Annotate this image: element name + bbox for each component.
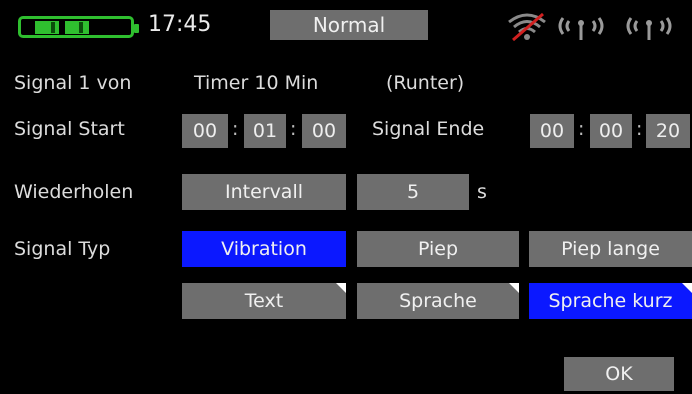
ok-button[interactable]: OK bbox=[564, 357, 674, 391]
signal-type-vibration[interactable]: Vibration bbox=[182, 231, 346, 267]
signal-type-piep[interactable]: Piep bbox=[357, 231, 519, 267]
signal-type-sprache-label: Sprache bbox=[399, 290, 477, 312]
submenu-corner-icon bbox=[509, 283, 519, 293]
antenna-icon bbox=[557, 10, 605, 42]
repeat-label: Wiederholen bbox=[14, 181, 134, 203]
submenu-corner-icon bbox=[682, 283, 692, 293]
signal-start-seconds[interactable]: 00 bbox=[302, 114, 346, 148]
time-separator: : bbox=[636, 118, 643, 140]
clock: 17:45 bbox=[148, 12, 212, 37]
signal-start-label: Signal Start bbox=[14, 118, 125, 140]
signal-type-sprache-kurz[interactable]: Sprache kurz bbox=[529, 283, 692, 319]
flight-mode-indicator[interactable]: Normal bbox=[270, 10, 428, 40]
repeat-unit: s bbox=[477, 181, 487, 203]
signal-end-seconds[interactable]: 20 bbox=[646, 114, 690, 148]
submenu-corner-icon bbox=[336, 283, 346, 293]
time-separator: : bbox=[290, 118, 297, 140]
repeat-mode-button[interactable]: Intervall bbox=[182, 174, 346, 210]
signal-type-text[interactable]: Text bbox=[182, 283, 346, 319]
signal-source-label: Signal 1 von bbox=[14, 72, 132, 94]
battery-icon bbox=[18, 16, 139, 38]
signal-end-hours[interactable]: 00 bbox=[530, 114, 574, 148]
signal-end-minutes[interactable]: 00 bbox=[590, 114, 632, 148]
signal-type-sprache-kurz-label: Sprache kurz bbox=[548, 290, 673, 312]
signal-type-text-label: Text bbox=[244, 290, 284, 312]
signal-direction: (Runter) bbox=[386, 72, 465, 94]
signal-type-sprache[interactable]: Sprache bbox=[357, 283, 519, 319]
no-signal-icon bbox=[505, 10, 549, 42]
signal-end-label: Signal Ende bbox=[372, 118, 485, 140]
antenna-icon bbox=[625, 10, 673, 42]
time-separator: : bbox=[232, 118, 239, 140]
signal-start-hours[interactable]: 00 bbox=[182, 114, 228, 148]
time-separator: : bbox=[578, 118, 585, 140]
signal-source-value[interactable]: Timer 10 Min bbox=[194, 72, 318, 94]
repeat-interval-value[interactable]: 5 bbox=[357, 174, 469, 210]
status-bar: 17:45 Normal bbox=[0, 0, 692, 48]
signal-type-label: Signal Typ bbox=[14, 238, 111, 260]
signal-start-minutes[interactable]: 01 bbox=[244, 114, 286, 148]
signal-type-piep-lange[interactable]: Piep lange bbox=[529, 231, 692, 267]
